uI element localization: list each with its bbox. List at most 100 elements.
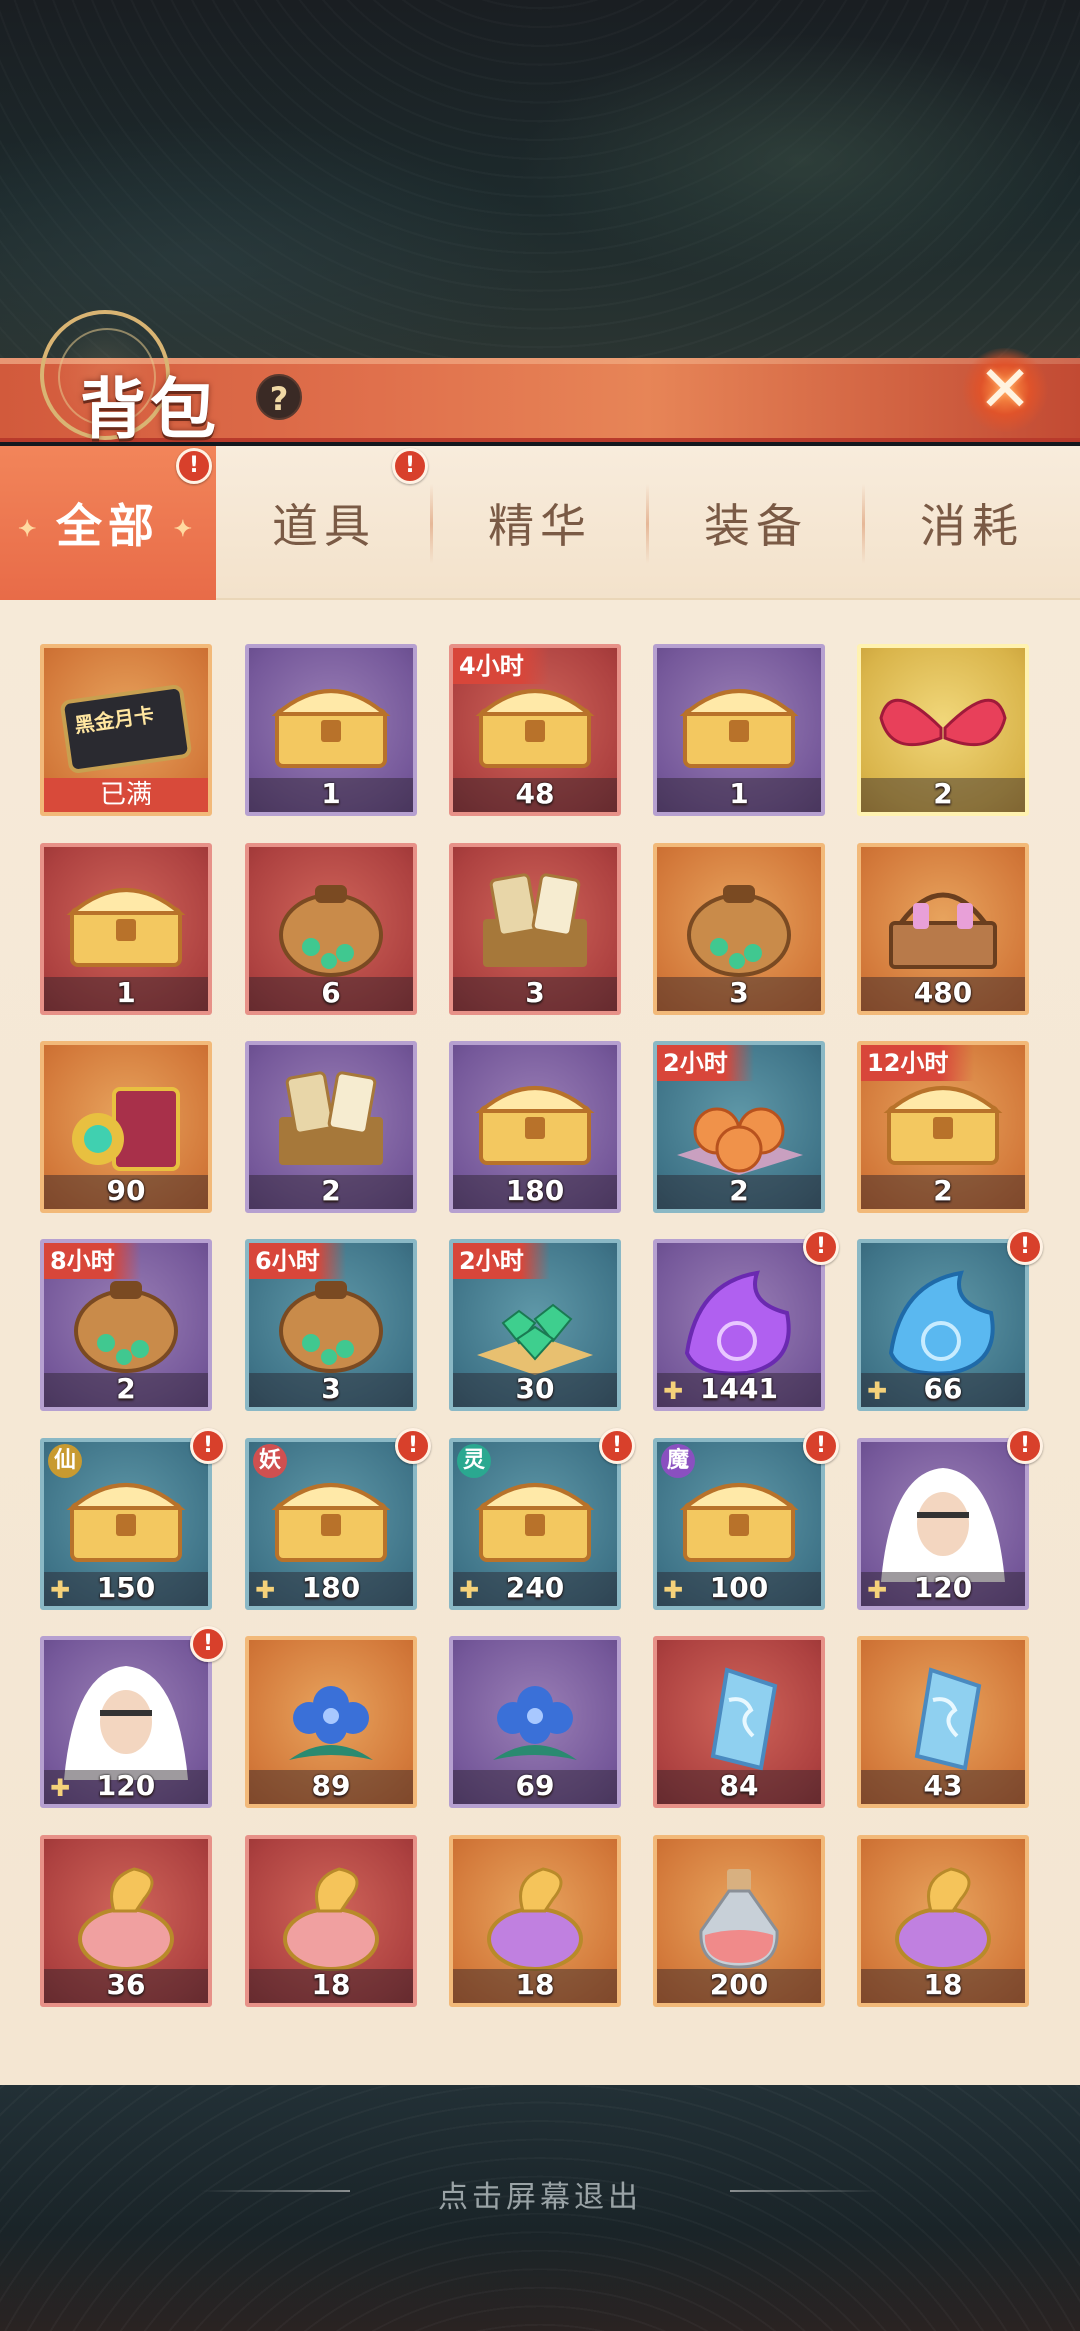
tab-label: 装备	[704, 499, 808, 553]
item-alert-badge: !	[190, 1428, 226, 1464]
elixir-icon	[861, 1839, 1025, 1979]
item-purple-flame[interactable]: 1441 ✚	[653, 1239, 825, 1411]
item-alert-badge: !	[190, 1626, 226, 1662]
item-count: 1	[729, 777, 749, 810]
puzzle-piece-icon: ✚	[663, 1377, 684, 1405]
timer-badge: 2小时	[657, 1045, 754, 1081]
item-alert-badge: !	[1007, 1229, 1043, 1265]
puzzle-piece-icon: ✚	[50, 1576, 71, 1604]
item-spirit-chest[interactable]: 240 灵 ✚	[449, 1438, 621, 1610]
race-badge: 魔	[661, 1444, 695, 1478]
race-badge: 灵	[457, 1444, 491, 1478]
item-gem-pile[interactable]: 30 2小时	[449, 1239, 621, 1411]
bag-icon	[657, 847, 821, 987]
close-button[interactable]: ✕	[950, 340, 1060, 440]
tab-alert-badge: !	[392, 448, 428, 484]
item-count: 69	[515, 1769, 555, 1802]
item-green-elixir[interactable]: 18	[245, 1835, 417, 2007]
item-devil-chest[interactable]: 100 魔 ✚	[653, 1438, 825, 1610]
item-count: 89	[311, 1769, 351, 1802]
item-hero-shard-white-sage[interactable]: 120 ✚	[40, 1636, 212, 1808]
item-alert-badge: !	[1007, 1428, 1043, 1464]
item-count: 18	[515, 1968, 555, 2001]
item-orb-chest[interactable]: 48 4小时	[449, 644, 621, 816]
item-hero-shard-white-demon[interactable]: 120 ✚	[857, 1438, 1029, 1610]
help-button[interactable]: ?	[256, 374, 302, 420]
item-wing-ornament[interactable]: 2	[857, 644, 1029, 816]
item-count: 18	[311, 1968, 351, 2001]
race-badge: 仙	[48, 1444, 82, 1478]
box-icon	[249, 1045, 413, 1185]
tab-alert-badge: !	[176, 448, 212, 484]
item-black-gold-month-card[interactable]: 黑金月卡 已满	[40, 644, 212, 816]
tab-3[interactable]: 装备	[648, 446, 864, 600]
exit-hint[interactable]: 点击屏幕退出	[0, 2172, 1080, 2216]
bottle-icon	[657, 1839, 821, 1979]
item-pink-elixir[interactable]: 36	[40, 1835, 212, 2007]
item-pink-potion-bottle[interactable]: 200	[653, 1835, 825, 2007]
timer-badge: 12小时	[861, 1045, 975, 1081]
item-count: 3	[525, 976, 545, 1009]
puzzle-piece-icon: ✚	[50, 1774, 71, 1802]
item-blue-flame[interactable]: 66 ✚	[857, 1239, 1029, 1411]
item-potion-basket[interactable]: 480	[857, 843, 1029, 1015]
item-purple-card-box[interactable]: 2	[245, 1041, 417, 1213]
tab-label: 全部	[56, 499, 160, 553]
item-blue-flower-purple[interactable]: 69	[449, 1636, 621, 1808]
item-jade-chest[interactable]: 1	[653, 644, 825, 816]
chest-icon	[657, 648, 821, 788]
item-count: 36	[106, 1968, 146, 2001]
item-demon-chest[interactable]: 180 妖 ✚	[245, 1438, 417, 1610]
item-count: 1	[321, 777, 341, 810]
item-purple-elixir[interactable]: 18	[449, 1835, 621, 2007]
page-title: 背包	[80, 370, 220, 448]
item-crystal-red[interactable]: 84	[653, 1636, 825, 1808]
flame-icon	[657, 1243, 821, 1383]
puzzle-piece-icon: ✚	[867, 1377, 888, 1405]
chest-icon	[453, 1045, 617, 1185]
item-gem-chest[interactable]: 2 12小时	[857, 1041, 1029, 1213]
item-orb-pile[interactable]: 2 2小时	[653, 1041, 825, 1213]
item-blue-bag[interactable]: 6	[245, 843, 417, 1015]
item-blue-flower-orange[interactable]: 89	[245, 1636, 417, 1808]
item-immortal-chest[interactable]: 150 仙 ✚	[40, 1438, 212, 1610]
item-count: 1	[116, 976, 136, 1009]
chest-icon	[44, 847, 208, 987]
item-golden-chest[interactable]: 1	[245, 644, 417, 816]
item-alert-badge: !	[599, 1428, 635, 1464]
timer-badge: 2小时	[453, 1243, 550, 1279]
item-count: 3	[321, 1372, 341, 1405]
item-count: 90	[106, 1174, 146, 1207]
item-alert-badge: !	[803, 1428, 839, 1464]
portrait-icon	[861, 1442, 1025, 1582]
crystal-icon	[861, 1640, 1025, 1780]
item-status-label: 已满	[44, 778, 208, 812]
flower-icon	[453, 1640, 617, 1780]
item-rainbow-chest[interactable]: 180	[449, 1041, 621, 1213]
item-lucky-bag[interactable]: 3	[653, 843, 825, 1015]
item-red-card-chest[interactable]: 1	[40, 843, 212, 1015]
item-gem-bag[interactable]: 3 6小时	[245, 1239, 417, 1411]
item-count: 84	[719, 1769, 759, 1802]
item-card-box[interactable]: 3	[449, 843, 621, 1015]
item-count: 480	[913, 976, 973, 1009]
tab-separator	[646, 484, 649, 564]
box-icon	[453, 847, 617, 987]
elixir-icon	[453, 1839, 617, 1979]
tab-sparkle-icon: ✦	[18, 516, 43, 542]
wings-icon	[861, 648, 1025, 788]
item-gem-bags-large[interactable]: 2 8小时	[40, 1239, 212, 1411]
tab-4[interactable]: 消耗	[864, 446, 1080, 600]
elixir-icon	[249, 1839, 413, 1979]
item-gold-elixir[interactable]: 18	[857, 1835, 1029, 2007]
race-badge: 妖	[253, 1444, 287, 1478]
item-crystal-orange[interactable]: 43	[857, 1636, 1029, 1808]
crystal-icon	[657, 1640, 821, 1780]
flame-icon	[861, 1243, 1025, 1383]
tab-sparkle-icon: ✦	[173, 516, 198, 542]
basket-icon	[861, 847, 1025, 987]
item-potion-book[interactable]: 90	[40, 1041, 212, 1213]
tab-2[interactable]: 精华	[432, 446, 648, 600]
elixir-icon	[44, 1839, 208, 1979]
tab-separator	[430, 484, 433, 564]
